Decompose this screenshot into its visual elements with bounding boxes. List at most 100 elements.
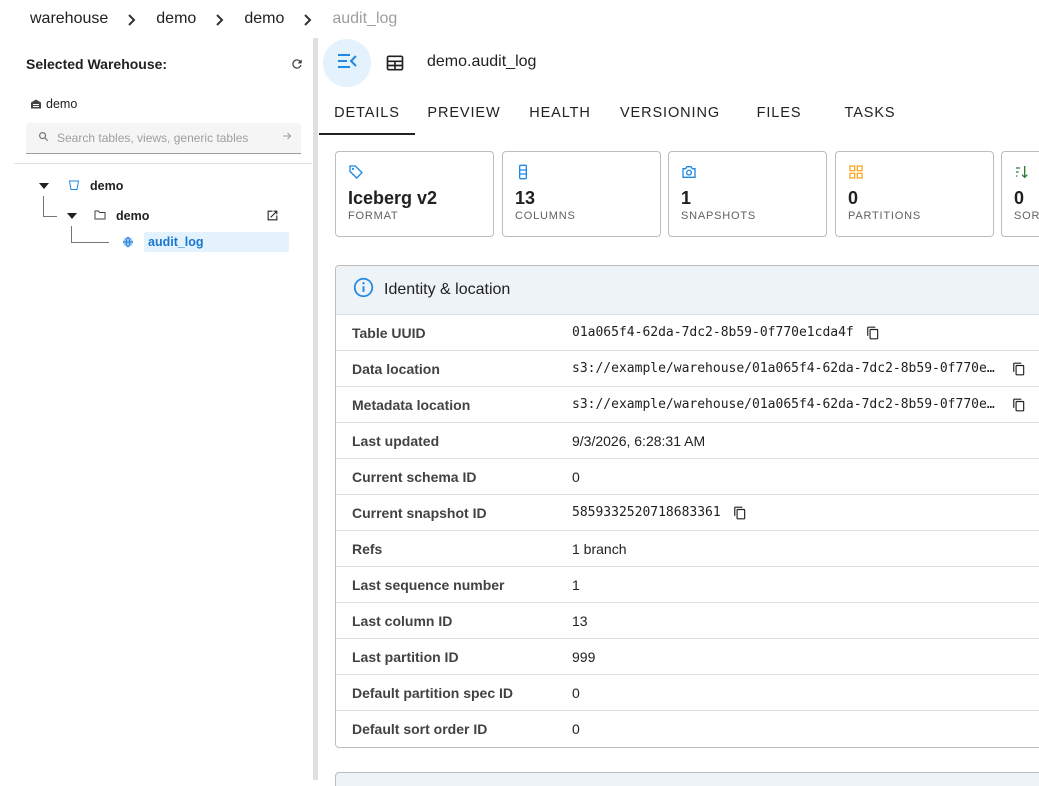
card-value: 0 xyxy=(848,188,859,208)
tree-connector xyxy=(43,196,44,216)
property-value: s3://example/warehouse/01a065f4-62da-7dc… xyxy=(572,397,1026,412)
arrow-right-icon[interactable] xyxy=(281,129,293,147)
table-globe-icon xyxy=(122,235,134,253)
property-row-table-uuid: Table UUID 01a065f4-62da-7dc2-8b59-0f770… xyxy=(336,315,1039,351)
search-field xyxy=(26,123,301,154)
property-value: 1 branch xyxy=(572,540,627,557)
tree-connector xyxy=(71,226,72,242)
tab-label: TASKS xyxy=(844,105,896,121)
card-label: COLUMNS xyxy=(515,210,576,222)
property-row-last-partition-id: Last partition ID 999 xyxy=(336,639,1039,675)
tree-item-namespace-root[interactable]: demo xyxy=(38,176,123,196)
columns-icon xyxy=(515,164,531,185)
card-columns: 13 COLUMNS xyxy=(502,151,661,237)
camera-icon xyxy=(681,164,697,185)
tab-tasks[interactable]: TASKS xyxy=(825,91,915,135)
property-key: Default partition spec ID xyxy=(352,684,514,701)
chevron-right-icon xyxy=(108,11,156,28)
property-key: Metadata location xyxy=(352,396,471,413)
tree-item-table[interactable]: audit_log xyxy=(148,235,204,249)
info-icon xyxy=(353,277,374,303)
menu-collapse-icon xyxy=(337,53,357,74)
sidebar-title: Selected Warehouse: xyxy=(26,56,168,72)
property-key: Data location xyxy=(352,360,440,377)
card-value: 13 xyxy=(515,188,536,208)
property-value: 5859332520718683361 xyxy=(572,505,747,520)
property-key: Current snapshot ID xyxy=(352,504,487,521)
tree-label: demo xyxy=(90,179,124,193)
property-row-last-column-id: Last column ID 13 xyxy=(336,603,1039,639)
tab-label: HEALTH xyxy=(529,105,591,121)
breadcrumb-item-demo-namespace[interactable]: demo xyxy=(244,10,284,28)
card-label: SNAPSHOTS xyxy=(681,210,757,222)
caret-down-icon[interactable] xyxy=(66,210,78,222)
tree-connector xyxy=(71,242,109,243)
open-in-new-icon[interactable] xyxy=(266,209,279,227)
search-input[interactable] xyxy=(57,131,281,145)
breadcrumb-item-warehouse[interactable]: warehouse xyxy=(30,10,108,28)
breadcrumb: warehouse demo demo audit_log xyxy=(30,0,397,38)
tab-label: VERSIONING xyxy=(619,105,721,121)
tag-icon xyxy=(348,164,364,185)
panel-title: Identity & location xyxy=(384,281,511,298)
copy-icon[interactable] xyxy=(733,506,747,520)
caret-down-icon[interactable] xyxy=(38,180,50,192)
identity-location-panel: Identity & location Table UUID 01a065f4-… xyxy=(335,265,1039,748)
tab-bar: DETAILS PREVIEW HEALTH VERSIONING FILES … xyxy=(319,91,915,135)
tab-label: FILES xyxy=(756,105,802,121)
property-value: 999 xyxy=(572,648,596,665)
sidebar-divider xyxy=(14,163,312,164)
tab-preview[interactable]: PREVIEW xyxy=(415,91,513,135)
grid-icon xyxy=(848,164,864,185)
property-key: Last sequence number xyxy=(352,576,505,593)
folder-icon xyxy=(94,209,106,223)
property-key: Last updated xyxy=(352,432,440,449)
tab-health[interactable]: HEALTH xyxy=(513,91,607,135)
property-key: Last column ID xyxy=(352,612,453,629)
next-panel-header xyxy=(335,772,1039,786)
sort-icon xyxy=(1014,164,1030,185)
copy-icon[interactable] xyxy=(1012,398,1026,412)
property-value: 1 xyxy=(572,576,580,593)
value-text: s3://example/warehouse/01a065f4-62da-7dc… xyxy=(572,361,1000,376)
breadcrumb-item-demo-warehouse[interactable]: demo xyxy=(156,10,196,28)
sidebar-header: Selected Warehouse: xyxy=(26,54,306,74)
property-value: 0 xyxy=(572,721,580,737)
tab-label: PREVIEW xyxy=(427,105,501,121)
page-title: demo.audit_log xyxy=(427,53,537,70)
tree-label: demo xyxy=(116,209,150,223)
tab-versioning[interactable]: VERSIONING xyxy=(607,91,733,135)
warehouse-icon xyxy=(30,98,42,110)
search-icon xyxy=(38,129,49,147)
chevron-right-icon xyxy=(284,11,332,28)
property-row-refs: Refs 1 branch xyxy=(336,531,1039,567)
card-label: FORMAT xyxy=(348,210,399,222)
property-row-metadata-location: Metadata location s3://example/warehouse… xyxy=(336,387,1039,423)
stat-cards: Iceberg v2 FORMAT 13 COLUMNS 1 SNAPSHOTS… xyxy=(335,151,1039,237)
refresh-icon[interactable] xyxy=(288,55,306,73)
property-row-default-partition-spec-id: Default partition spec ID 0 xyxy=(336,675,1039,711)
card-label: SORT ORDERS xyxy=(1014,210,1039,222)
warehouse-name: demo xyxy=(46,97,78,111)
card-value: 0 xyxy=(1014,188,1025,208)
value-text: 01a065f4-62da-7dc2-8b59-0f770e1cda4f xyxy=(572,325,854,340)
panel-resize-handle[interactable] xyxy=(313,38,318,780)
toggle-sidebar-button[interactable] xyxy=(323,39,371,87)
card-snapshots: 1 SNAPSHOTS xyxy=(668,151,827,237)
property-value: 01a065f4-62da-7dc2-8b59-0f770e1cda4f xyxy=(572,325,880,340)
tree-item-namespace-child[interactable]: demo xyxy=(66,206,149,226)
tab-files[interactable]: FILES xyxy=(733,91,825,135)
breadcrumb-current: audit_log xyxy=(332,10,398,27)
property-value: 9/3/2026, 6:28:31 AM xyxy=(572,432,706,449)
card-label: PARTITIONS xyxy=(848,210,921,222)
property-value: 13 xyxy=(572,612,588,629)
property-row-current-snapshot-id: Current snapshot ID 5859332520718683361 xyxy=(336,495,1039,531)
card-partitions: 0 PARTITIONS xyxy=(835,151,994,237)
tab-details[interactable]: DETAILS xyxy=(319,91,415,135)
copy-icon[interactable] xyxy=(1012,362,1026,376)
panel-header: Identity & location xyxy=(336,266,1039,315)
card-value: Iceberg v2 xyxy=(348,188,438,208)
tree-connector xyxy=(43,216,57,217)
property-key: Default sort order ID xyxy=(352,721,488,737)
copy-icon[interactable] xyxy=(866,326,880,340)
